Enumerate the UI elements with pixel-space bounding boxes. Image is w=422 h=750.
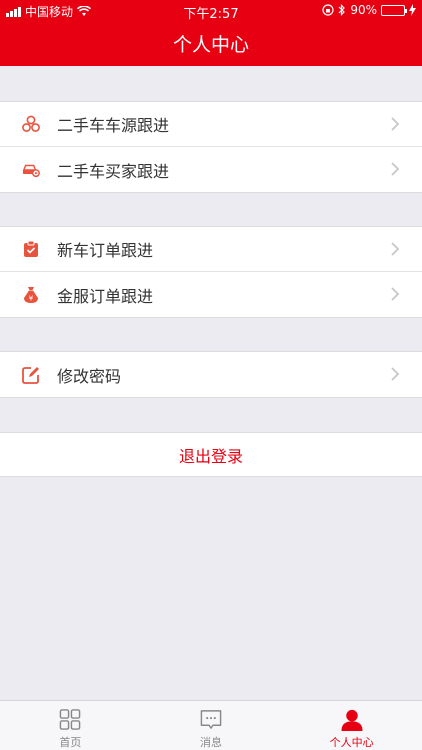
menu-item-label: 新车订单跟进 — [57, 241, 154, 260]
page-title: 个人中心 — [172, 34, 249, 56]
menu-item-change-password[interactable]: 修改密码 — [0, 352, 422, 397]
tab-home[interactable]: 首页 — [0, 701, 141, 750]
orientation-lock-icon — [322, 4, 334, 16]
tab-bar: 首页 消息 个人中心 — [0, 700, 422, 750]
grid-icon — [60, 709, 81, 730]
menu-item-label: 二手车买家跟进 — [57, 161, 170, 181]
person-icon — [341, 709, 363, 731]
chevron-right-icon — [391, 242, 400, 256]
chevron-right-icon — [391, 162, 400, 176]
coins-icon — [22, 115, 40, 133]
menu-item-used-car-buyer[interactable]: 二手车买家跟进 — [0, 147, 422, 192]
chevron-right-icon — [391, 117, 400, 131]
message-icon — [200, 710, 222, 729]
tab-label: 消息 — [200, 736, 222, 749]
menu-item-new-car-orders[interactable]: 新车订单跟进 — [0, 227, 422, 272]
tab-messages[interactable]: 消息 — [141, 701, 282, 750]
menu-group-orders: 新车订单跟进 ¥ 金服订单跟进 — [0, 226, 422, 318]
car-icon — [22, 161, 40, 179]
menu-item-label: 二手车车源跟进 — [57, 116, 170, 135]
chevron-right-icon — [391, 287, 400, 301]
status-bar: 中国移动 下午2:57 90% — [0, 0, 422, 22]
charging-icon — [409, 4, 416, 16]
battery-icon — [381, 4, 407, 16]
edit-icon — [22, 366, 40, 384]
header-bar: 中国移动 下午2:57 90% 个人中心 — [0, 0, 422, 66]
logout-button[interactable]: 退出登录 — [0, 432, 422, 477]
clipboard-check-icon — [22, 240, 40, 258]
bluetooth-icon — [338, 4, 346, 16]
menu-group-used-car: 二手车车源跟进 二手车买家跟进 — [0, 101, 422, 193]
menu-group-account: 修改密码 — [0, 351, 422, 398]
menu-item-label: 金服订单跟进 — [57, 286, 154, 306]
menu-item-label: 修改密码 — [57, 366, 122, 386]
menu-item-finance-orders[interactable]: ¥ 金服订单跟进 — [0, 272, 422, 317]
battery-percent: 90% — [350, 3, 377, 17]
svg-text:¥: ¥ — [29, 294, 34, 302]
tab-label: 个人中心 — [329, 736, 374, 749]
chevron-right-icon — [391, 367, 400, 381]
tab-label: 首页 — [59, 736, 82, 749]
tab-profile[interactable]: 个人中心 — [281, 701, 422, 750]
money-bag-icon: ¥ — [22, 286, 40, 304]
menu-item-used-car-source[interactable]: 二手车车源跟进 — [0, 102, 422, 147]
